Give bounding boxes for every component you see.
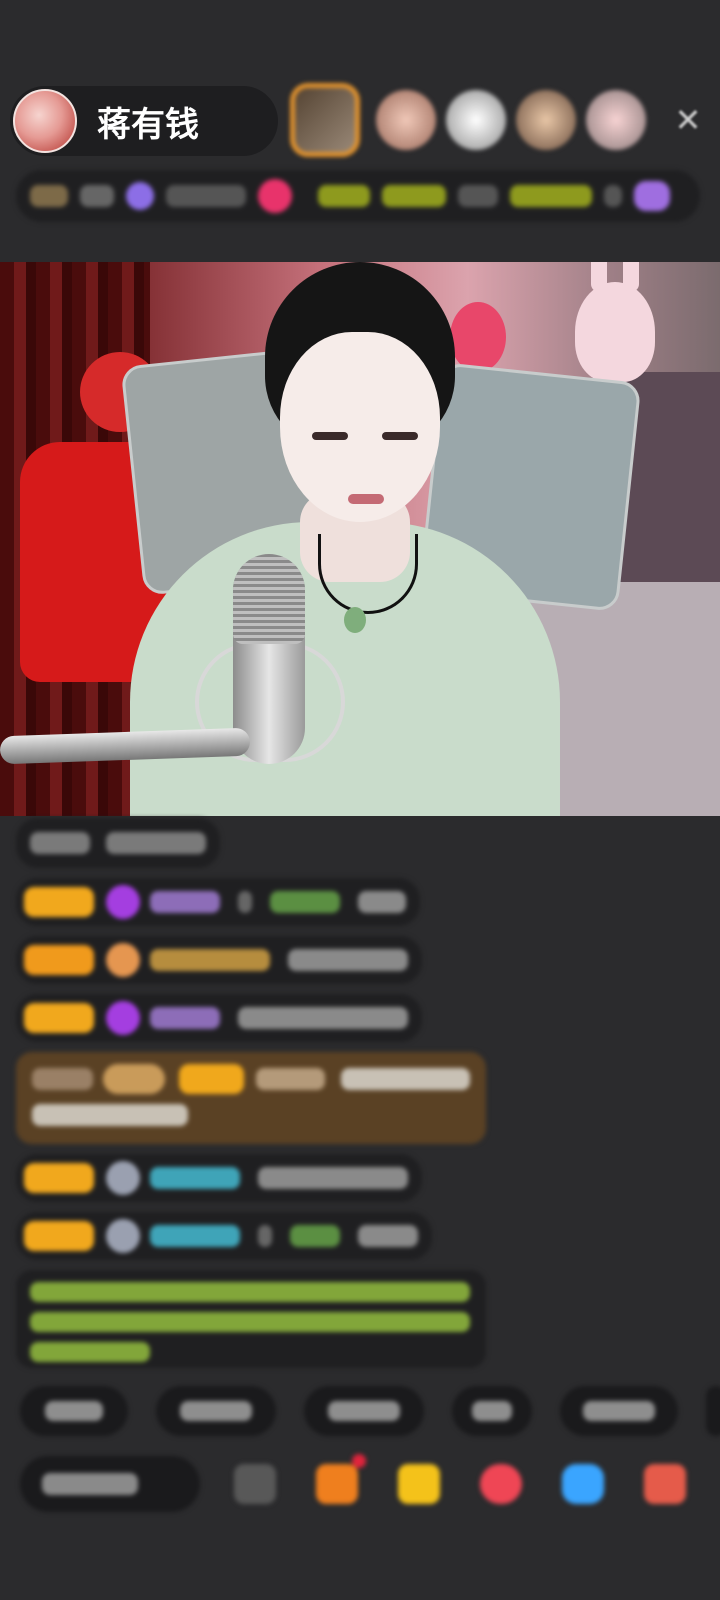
message-text [358,1225,418,1247]
chip-text [45,1401,103,1421]
gift-message[interactable] [16,1052,486,1144]
close-icon[interactable]: ✕ [668,100,708,140]
bag-icon [106,943,140,977]
user-name[interactable] [270,891,340,913]
info-text [458,185,498,207]
user-name[interactable] [256,1068,326,1090]
chat-message[interactable] [16,1212,432,1260]
eye [312,432,348,440]
viewer-avatar[interactable] [516,90,576,150]
info-text [604,185,622,207]
microphone-grill [233,554,305,644]
viewer-avatar[interactable] [586,90,646,150]
user-name[interactable] [150,949,270,971]
box-icon[interactable] [316,1454,366,1504]
activity-icon[interactable] [634,181,670,211]
lips [348,494,384,504]
quick-reply-chip[interactable] [452,1386,532,1436]
host-name: 蒋有钱 [97,104,199,145]
quick-reply-chip[interactable] [156,1386,276,1436]
info-text [166,185,246,207]
system-message [16,818,220,868]
user-name[interactable] [150,1167,240,1189]
host-info[interactable]: 蒋有钱 [10,86,278,156]
stream-info-bar[interactable] [16,170,700,222]
chat-message[interactable] [16,878,420,926]
chip-text [472,1401,512,1421]
eye [382,432,418,440]
message-text [32,1104,188,1126]
red-packet-icon[interactable] [480,1464,522,1504]
purple-gem-icon [106,1001,140,1035]
viewer-avatar[interactable] [446,90,506,150]
emoji-icon[interactable] [234,1464,276,1504]
fan-badge [24,945,94,975]
fan-badge [178,1064,245,1094]
tag[interactable] [318,185,370,207]
live-video[interactable] [0,262,720,816]
host-avatar[interactable] [13,89,77,153]
purple-gem-icon [106,885,140,919]
chat-message[interactable] [16,994,422,1042]
input-placeholder [42,1473,138,1495]
viewer-avatar[interactable] [376,90,436,150]
message-text [341,1068,470,1090]
viewer-list[interactable] [290,82,656,158]
quick-reply-chip[interactable] [560,1386,678,1436]
fan-badge [24,1221,94,1251]
quick-reply-chip[interactable] [20,1386,128,1436]
info-text [80,185,114,207]
notice-text [30,1312,470,1332]
message-icon[interactable] [562,1464,604,1504]
gift-icon[interactable] [398,1464,440,1504]
message-text [258,1167,408,1189]
chat-list[interactable] [16,818,486,1378]
tag[interactable] [382,185,446,207]
tag[interactable] [510,185,592,207]
notice-message [16,1270,486,1368]
comment-input[interactable] [20,1456,200,1512]
fan-badge [24,1003,94,1033]
notice-text [30,1342,150,1362]
message-text [238,1007,408,1029]
jade-pendant [344,607,366,633]
bunny-plush [575,262,655,382]
plush-toy [450,302,506,372]
message-text [358,891,406,913]
fan-badge [24,1163,94,1193]
level-badge [30,185,68,207]
message-text [30,832,90,854]
chip-text [328,1401,400,1421]
heart-icon[interactable] [258,179,292,213]
top-viewer-avatar[interactable] [290,83,360,157]
message-text [238,891,252,913]
quick-reply-chip[interactable] [304,1386,424,1436]
user-level [32,1068,94,1090]
fan-badge [24,887,94,917]
chat-message[interactable] [16,1154,422,1202]
notification-dot [352,1454,366,1468]
chat-message[interactable] [16,936,422,984]
quick-reply-chip[interactable] [706,1386,720,1436]
quick-replies[interactable] [20,1386,720,1436]
user-name[interactable] [150,1007,220,1029]
chip-text [583,1401,655,1421]
bottom-bar[interactable] [20,1454,720,1512]
user-name[interactable] [290,1225,340,1247]
message-text [106,832,206,854]
rank-icon [126,182,154,210]
user-name[interactable] [150,891,220,913]
grey-avatar-icon [106,1161,140,1195]
chip-text [180,1401,252,1421]
more-grid-icon[interactable] [644,1464,686,1504]
grey-avatar-icon [106,1219,140,1253]
level-badge [103,1064,165,1094]
message-text [258,1225,272,1247]
user-name[interactable] [150,1225,240,1247]
notice-text [30,1282,470,1302]
message-text [288,949,408,971]
